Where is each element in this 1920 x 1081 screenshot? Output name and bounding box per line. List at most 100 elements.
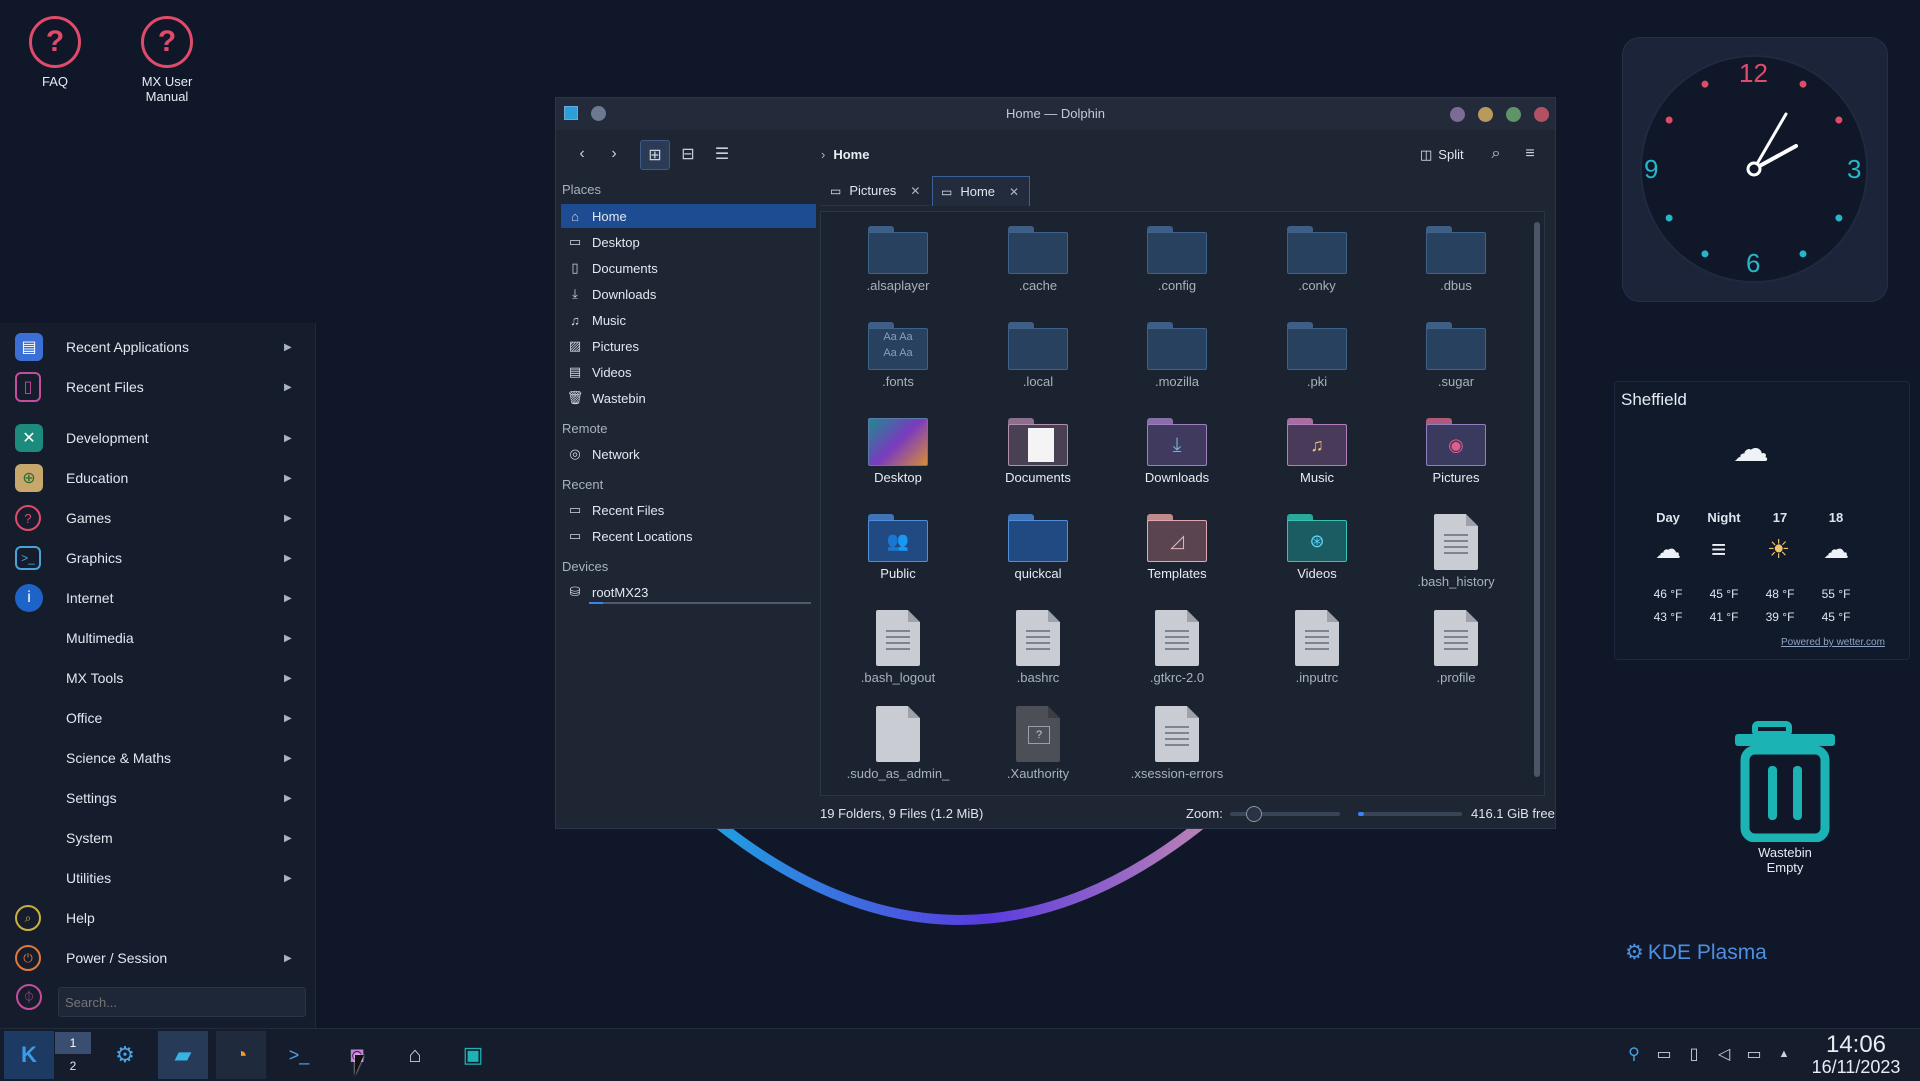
place-pictures[interactable]: ▨ Pictures bbox=[561, 334, 816, 358]
menu-search-input[interactable] bbox=[58, 987, 306, 1017]
firefox-icon[interactable]: ◔ bbox=[216, 1031, 266, 1079]
dolphin-task-icon[interactable]: ▰ bbox=[158, 1031, 208, 1079]
clipboard-icon[interactable]: ▯ bbox=[1683, 1043, 1705, 1065]
file-item[interactable]: ◉ Pictures bbox=[1391, 418, 1521, 485]
menu-item-help[interactable]: ⌕ Help bbox=[0, 899, 315, 937]
menu-item-education[interactable]: ⊕ Education ▶ bbox=[0, 459, 315, 497]
file-item[interactable]: .gtkrc-2.0 bbox=[1112, 610, 1242, 685]
hamburger-menu-button[interactable]: ≡ bbox=[1516, 140, 1544, 168]
details-view-button[interactable]: ☰ bbox=[708, 140, 736, 168]
network-tray-icon[interactable]: ⚲ bbox=[1623, 1043, 1645, 1065]
file-item[interactable]: .bash_history bbox=[1391, 514, 1521, 589]
file-item[interactable]: ◿ Templates bbox=[1112, 514, 1242, 581]
compact-view-button[interactable]: ⊟ bbox=[674, 140, 702, 168]
display-icon[interactable]: ▭ bbox=[1743, 1043, 1765, 1065]
file-item[interactable]: Desktop bbox=[833, 418, 963, 485]
file-item[interactable]: 👥 Public bbox=[833, 514, 963, 581]
file-item[interactable]: .inputrc bbox=[1252, 610, 1382, 685]
weather-widget[interactable]: Sheffield ☁ Day Night 17 18 ☁ ≡ ☀ ☁ 46 °… bbox=[1614, 381, 1910, 660]
file-item[interactable]: .dbus bbox=[1391, 226, 1521, 293]
place-home[interactable]: ⌂ Home bbox=[561, 204, 816, 228]
title-bar[interactable]: Home — Dolphin bbox=[556, 98, 1555, 130]
menu-item-mx-tools[interactable]: MX Tools ▶ bbox=[0, 659, 315, 697]
tab-home[interactable]: ▭ Home ✕ bbox=[932, 176, 1030, 206]
close-icon[interactable]: ✕ bbox=[910, 184, 920, 198]
pager-desktop-2[interactable]: 2 bbox=[55, 1055, 91, 1077]
file-item[interactable]: .sudo_as_admin_ bbox=[833, 706, 963, 781]
terminal-tray-icon[interactable]: ▭ bbox=[1653, 1043, 1675, 1065]
tab-pictures[interactable]: ▭ Pictures ✕ bbox=[820, 176, 930, 206]
search-button[interactable]: ⌕ bbox=[1482, 140, 1510, 168]
menu-item-settings[interactable]: Settings ▶ bbox=[0, 779, 315, 817]
menu-item-multimedia[interactable]: Multimedia ▶ bbox=[0, 619, 315, 657]
menu-item-science-maths[interactable]: Science & Maths ▶ bbox=[0, 739, 315, 777]
file-item[interactable]: .bash_logout bbox=[833, 610, 963, 685]
file-item[interactable]: .local bbox=[973, 322, 1103, 389]
file-view-scrollbar[interactable] bbox=[1534, 222, 1540, 777]
file-item[interactable]: .mozilla bbox=[1112, 322, 1242, 389]
software-store-icon[interactable]: ▣ bbox=[448, 1031, 498, 1079]
analog-clock-widget[interactable]: 12 3 6 9 bbox=[1622, 37, 1888, 302]
file-item[interactable]: .alsaplayer bbox=[833, 226, 963, 293]
place-recent-locations[interactable]: ▭ Recent Locations bbox=[561, 524, 816, 548]
desktop-icon-mx-user-manual[interactable]: ? MX User Manual bbox=[112, 16, 222, 104]
close-icon[interactable]: ✕ bbox=[1009, 185, 1019, 199]
menu-item-development[interactable]: ✕ Development ▶ bbox=[0, 419, 315, 457]
file-item[interactable]: ? .Xauthority bbox=[973, 706, 1103, 781]
menu-item-internet[interactable]: i Internet ▶ bbox=[0, 579, 315, 617]
close-button[interactable] bbox=[1534, 107, 1549, 122]
file-item[interactable]: .config bbox=[1112, 226, 1242, 293]
volume-icon[interactable]: ◁ bbox=[1713, 1043, 1735, 1065]
file-item[interactable]: .cache bbox=[973, 226, 1103, 293]
file-item[interactable]: .sugar bbox=[1391, 322, 1521, 389]
split-button[interactable]: ◫ Split bbox=[1420, 147, 1464, 163]
place-music[interactable]: ♫ Music bbox=[561, 308, 816, 332]
icons-view-button[interactable]: ⊞ bbox=[640, 140, 670, 170]
menu-item-system[interactable]: System ▶ bbox=[0, 819, 315, 857]
menu-item-games[interactable]: ? Games ▶ bbox=[0, 499, 315, 537]
menu-item-recent-applications[interactable]: ▤ Recent Applications ▶ bbox=[0, 328, 315, 366]
user-avatar-icon[interactable]: ⏀ bbox=[16, 984, 42, 1010]
system-settings-icon[interactable]: ⚙ bbox=[100, 1031, 150, 1079]
file-item[interactable]: .xsession-errors bbox=[1112, 706, 1242, 781]
breadcrumb-home[interactable]: Home bbox=[833, 147, 869, 162]
menu-item-recent-files[interactable]: ▯ Recent Files ▶ bbox=[0, 368, 315, 406]
place-documents[interactable]: ▯ Documents bbox=[561, 256, 816, 280]
tray-expand-icon[interactable]: ▲ bbox=[1773, 1043, 1795, 1065]
menu-item-graphics[interactable]: >_ Graphics ▶ bbox=[0, 539, 315, 577]
desktop-icon-faq[interactable]: ? FAQ bbox=[0, 16, 110, 89]
forward-button[interactable]: › bbox=[600, 140, 628, 168]
digital-clock[interactable]: 14:06 16/11/2023 bbox=[1800, 1031, 1912, 1078]
application-launcher-button[interactable]: K bbox=[4, 1031, 54, 1079]
menu-item-utilities[interactable]: Utilities ▶ bbox=[0, 859, 315, 897]
file-item[interactable]: Aa Aa Aa Aa .fonts bbox=[833, 322, 963, 389]
weather-credit-link[interactable]: Powered by wetter.com bbox=[1781, 637, 1885, 648]
help-button[interactable] bbox=[1450, 107, 1465, 122]
menu-item-office[interactable]: Office ▶ bbox=[0, 699, 315, 737]
zoom-slider[interactable] bbox=[1230, 806, 1340, 822]
back-button[interactable]: ‹ bbox=[568, 140, 596, 168]
file-item[interactable]: .bashrc bbox=[973, 610, 1103, 685]
place-wastebin[interactable]: 🗑 Wastebin bbox=[561, 386, 816, 410]
file-item[interactable]: ♫ Music bbox=[1252, 418, 1382, 485]
place-downloads[interactable]: ⤓ Downloads bbox=[561, 282, 816, 306]
minimize-button[interactable] bbox=[1478, 107, 1493, 122]
file-item[interactable]: .conky bbox=[1252, 226, 1382, 293]
file-item[interactable]: ⊛ Videos bbox=[1252, 514, 1382, 581]
place-device-rootmx23[interactable]: ⛁ rootMX23 bbox=[561, 580, 816, 604]
file-item[interactable]: quickcal bbox=[973, 514, 1103, 581]
wastebin-widget[interactable]: Wastebin Empty bbox=[1720, 718, 1850, 875]
place-network[interactable]: ◎ Network bbox=[561, 442, 816, 466]
file-item[interactable]: ⤓ Downloads bbox=[1112, 418, 1242, 485]
breadcrumb[interactable]: › Home bbox=[821, 147, 869, 162]
file-view[interactable]: .alsaplayer .cache .config .conky .dbus … bbox=[820, 211, 1545, 796]
terminal-icon[interactable]: >_ bbox=[274, 1031, 324, 1079]
file-item[interactable]: .profile bbox=[1391, 610, 1521, 685]
place-videos[interactable]: ▤ Videos bbox=[561, 360, 816, 384]
maximize-button[interactable] bbox=[1506, 107, 1521, 122]
pager-desktop-1[interactable]: 1 bbox=[55, 1032, 91, 1054]
place-desktop[interactable]: ▭ Desktop bbox=[561, 230, 816, 254]
zoom-slider-handle[interactable] bbox=[1246, 806, 1262, 822]
mx-tools-icon[interactable]: ⌂ bbox=[390, 1031, 440, 1079]
menu-item-power-session[interactable]: ⏻ Power / Session ▶ bbox=[0, 939, 315, 977]
